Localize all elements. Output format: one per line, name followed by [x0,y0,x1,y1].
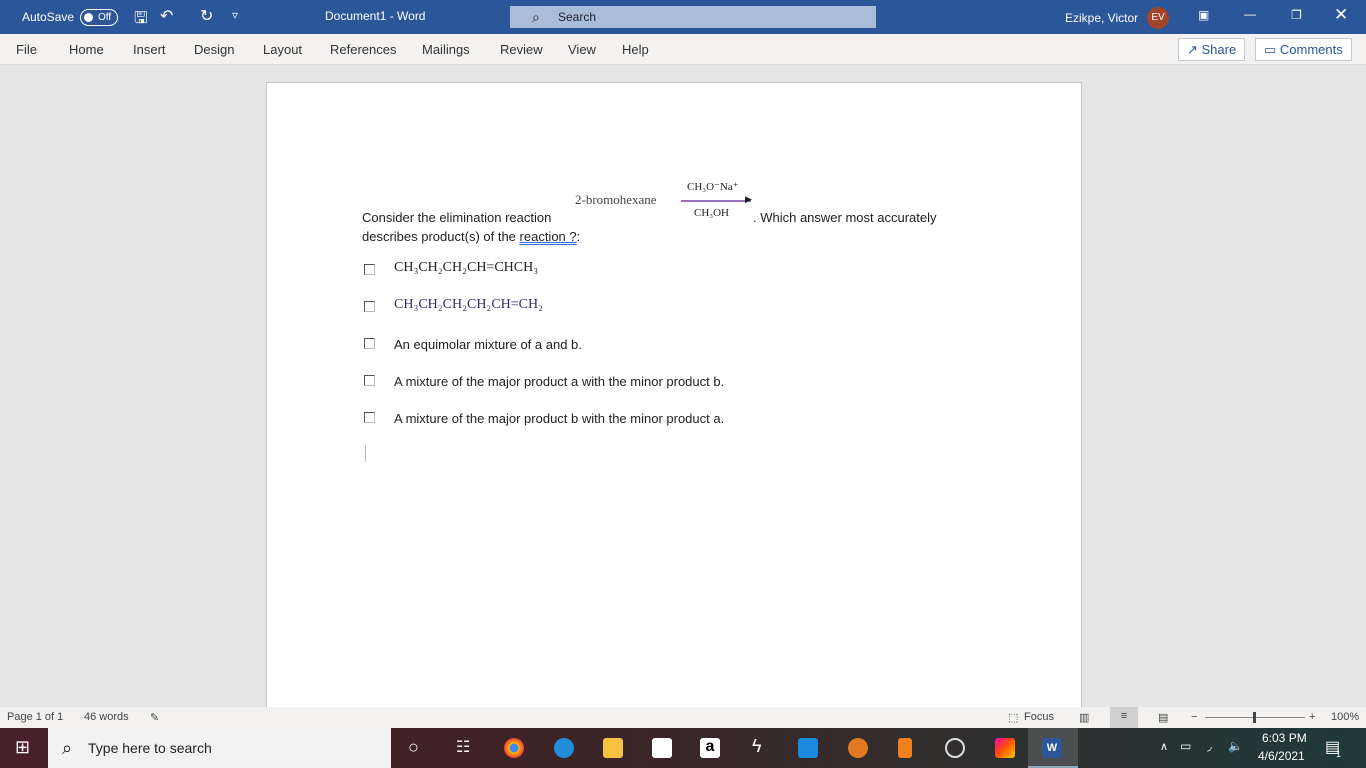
web-layout-icon[interactable]: ▤ [1158,711,1168,724]
zoom-out-button[interactable]: − [1191,711,1197,723]
question-text: describes product(s) of the [362,229,520,244]
comments-button[interactable]: ▭ Comments [1255,38,1352,61]
read-mode-icon[interactable]: ▥ [1079,711,1089,724]
word-icon: W [1042,738,1062,758]
user-name[interactable]: Ezikpe, Victor [1065,11,1138,25]
fl-studio-icon[interactable] [848,738,868,758]
print-layout-icon[interactable]: ≡ [1110,707,1138,728]
option-b-checkbox[interactable] [364,301,375,312]
option-c-checkbox[interactable] [364,338,375,349]
option-b: CH₃CH₂CH₂CH₂CH=CH₂ [394,297,543,312]
creative-cloud-icon[interactable] [995,738,1015,758]
undo-icon[interactable]: ↶ [160,6,173,26]
clock-date[interactable]: 4/6/2021 [1258,749,1305,763]
tab-help[interactable]: Help [622,42,649,57]
title-bar: AutoSave Off 🖫 ↶ ↻ ▿ Document1 - Word ⌕ S… [0,0,1366,34]
ribbon-display-icon[interactable]: ▣ [1198,8,1209,22]
save-icon[interactable]: 🖫 [134,7,148,34]
app-bolt-icon[interactable]: ϟ [752,736,762,757]
reactant-label: 2-bromohexane [575,192,657,207]
focus-button[interactable]: Focus [1024,711,1054,723]
redo-icon[interactable]: ↻ [200,6,213,26]
comments-label: Comments [1279,42,1343,57]
battery-icon[interactable]: ▭ [1180,739,1191,753]
search-placeholder: Search [558,10,597,24]
tab-layout[interactable]: Layout [263,42,302,57]
autosave-toggle[interactable]: Off [80,9,118,26]
store-icon[interactable] [652,738,672,758]
zoom-level[interactable]: 100% [1331,711,1359,723]
document-page[interactable]: 2-bromohexane CH₃O⁻Na⁺ ▶ CH₃OH Consider … [266,82,1082,708]
tab-review[interactable]: Review [500,42,543,57]
tab-view[interactable]: View [568,42,596,57]
question-text-start: Consider the elimination reaction [362,210,552,225]
clock-time[interactable]: 6:03 PM [1262,731,1307,745]
amazon-icon[interactable]: a [700,738,720,758]
tab-file[interactable]: File [16,42,37,57]
tab-mailings[interactable]: Mailings [422,42,470,57]
option-a: CH₃CH₂CH₂CH=CHCH₃ [394,260,539,275]
chrome-icon[interactable] [504,738,524,758]
status-bar: Page 1 of 1 46 words ✎ ⬚ Focus ▥ ≡ ▤ − +… [0,707,1366,728]
focus-icon[interactable]: ⬚ [1008,711,1018,724]
wifi-icon[interactable]: ◞ [1207,739,1212,753]
word-count[interactable]: 46 words [84,711,129,723]
autosave-label: AutoSave [22,10,75,24]
tab-references[interactable]: References [330,42,396,57]
avatar[interactable]: EV [1147,7,1169,29]
text-cursor [365,445,366,462]
zoom-in-button[interactable]: + [1309,711,1315,723]
share-button[interactable]: ↗ Share [1178,38,1246,61]
option-a-checkbox[interactable] [364,264,375,275]
reagent-top: CH₃O⁻Na⁺ [687,181,739,193]
windows-start-icon[interactable]: ⊞ [15,737,30,758]
tab-insert[interactable]: Insert [133,42,166,57]
grammar-flagged-text[interactable]: reaction ? [520,229,577,244]
proofing-icon[interactable]: ✎ [150,711,159,724]
zoom-slider[interactable] [1205,712,1305,723]
arrowhead-icon: ▶ [745,194,752,204]
question-colon: : [576,229,581,244]
reaction-arrow [681,200,751,202]
question-line-2: describes product(s) of the reaction ?: [362,229,580,244]
notification-count: 1 [1336,749,1342,759]
option-e: A mixture of the major product b with th… [394,411,725,426]
minimize-icon[interactable]: — [1244,7,1256,21]
bookmark-app-icon[interactable] [898,738,912,758]
close-icon[interactable]: ✕ [1334,5,1348,25]
option-e-checkbox[interactable] [364,412,375,423]
mail-icon[interactable] [798,738,818,758]
task-view-icon[interactable]: ☷ [456,737,470,757]
share-label: Share [1201,42,1237,57]
reagent-bottom: CH₃OH [694,207,730,219]
tab-home[interactable]: Home [69,42,104,57]
taskbar-search-input[interactable]: ⌕ Type here to search [48,728,391,768]
restore-icon[interactable]: ❐ [1291,8,1302,22]
share-icon: ↗ [1187,42,1202,57]
customize-toolbar-icon[interactable]: ▿ [232,8,238,22]
taskbar: ⊞ ⌕ Type here to search ○ ☷ a ϟ W ∧ ▭ ◞ 🔈… [0,728,1366,768]
edge-icon[interactable] [554,738,574,758]
option-d: A mixture of the major product a with th… [394,374,725,389]
page-count[interactable]: Page 1 of 1 [7,711,63,723]
volume-icon[interactable]: 🔈 [1228,739,1243,753]
obs-icon[interactable] [945,738,965,758]
cortana-icon[interactable]: ○ [408,737,419,758]
comment-icon: ▭ [1264,42,1280,57]
word-taskbar-button[interactable]: W [1028,728,1078,768]
search-icon: ⌕ [62,738,73,758]
option-d-checkbox[interactable] [364,375,375,386]
taskbar-search-placeholder: Type here to search [88,740,212,756]
search-icon: ⌕ [532,9,540,25]
ribbon-tabs: File Home Insert Design Layout Reference… [0,34,1366,65]
option-c: An equimolar mixture of a and b. [394,337,582,352]
file-explorer-icon[interactable] [603,738,623,758]
question-text-mid: . Which answer most accurately [753,210,937,225]
show-hidden-icons-icon[interactable]: ∧ [1160,740,1168,753]
zoom-slider-thumb[interactable] [1253,712,1256,723]
tab-design[interactable]: Design [194,42,234,57]
search-input[interactable]: ⌕ Search [510,6,876,28]
document-title: Document1 - Word [325,9,426,23]
